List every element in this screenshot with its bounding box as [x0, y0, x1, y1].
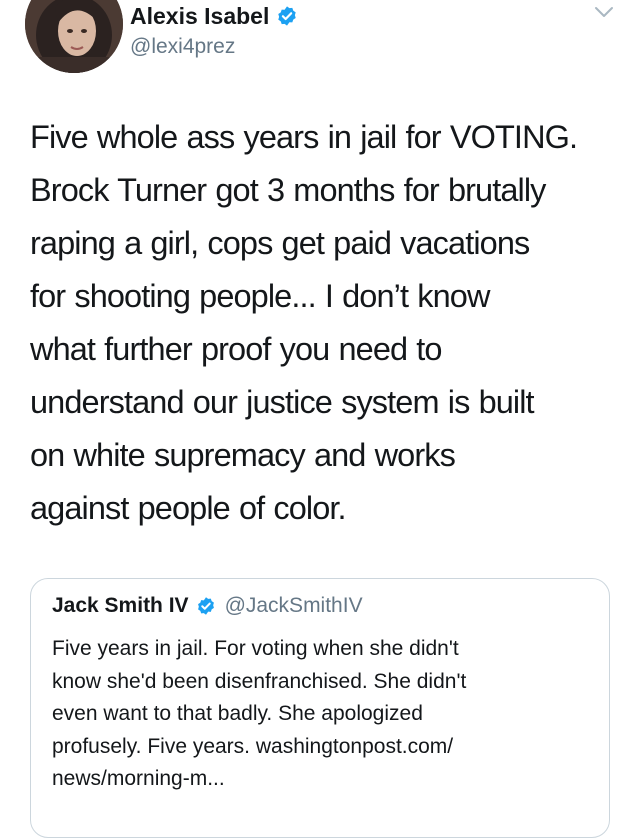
quoted-author-row: Jack Smith IV @JackSmithIV	[52, 594, 363, 618]
quoted-text-line: know she'd been disenfranchised. She did…	[52, 669, 467, 693]
verified-badge-icon	[197, 597, 214, 615]
quoted-text-line: profusely. Five years. washingtonpost.co…	[52, 734, 454, 758]
avatar-photo	[25, 0, 123, 73]
tweet-text-line: understand our justice system is built	[30, 384, 535, 420]
tweet-text-line: raping a girl, cops get paid vacations	[30, 225, 530, 261]
tweet-text-line: Brock Turner got 3 months for brutally	[30, 172, 546, 208]
tweet-text-line: what further proof you need to	[30, 331, 443, 367]
tweet-text-line: Five whole ass years in jail for VOTING.	[30, 119, 578, 155]
quoted-author-handle: @JackSmithIV	[224, 594, 363, 617]
author-handle[interactable]: @lexi4prez	[130, 34, 235, 60]
quoted-text-line: even want to that badly. She apologized	[52, 702, 423, 725]
quoted-author-name: Jack Smith IV	[52, 594, 189, 617]
tweet-text: Five whole ass years in jail for VOTING.…	[30, 111, 620, 535]
quoted-text-line: Five years in jail. For voting when she …	[52, 637, 459, 660]
author-name-row: Alexis Isabel	[130, 2, 298, 30]
quoted-text-line: news/morning-m...	[52, 767, 225, 790]
tweet-text-line: on white supremacy and works	[30, 437, 456, 473]
quoted-tweet-card[interactable]: Jack Smith IV @JackSmithIV Five years in…	[30, 578, 610, 838]
quoted-tweet-text: Five years in jail. For voting when she …	[52, 633, 597, 796]
tweet: Alexis Isabel @lexi4prez Five whole ass …	[0, 0, 640, 838]
tweet-text-line: for shooting people... I don’t know	[30, 278, 490, 314]
author-display-name[interactable]: Alexis Isabel	[130, 2, 269, 30]
verified-badge-icon	[278, 6, 297, 26]
tweet-text-line: against people of color.	[30, 490, 347, 526]
chevron-down-icon[interactable]	[594, 5, 614, 19]
avatar[interactable]	[25, 0, 123, 73]
